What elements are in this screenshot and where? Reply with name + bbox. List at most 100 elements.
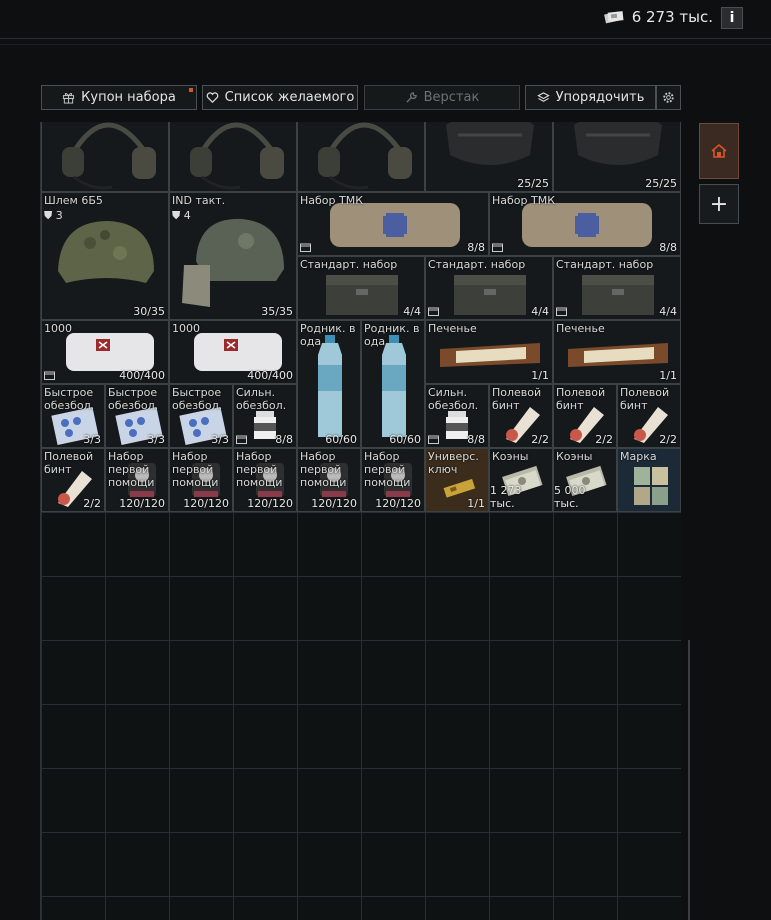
box-icon [556,307,567,316]
coins-item[interactable]: Коэны 5 000 тыс. [553,448,617,512]
item-count: 2/2 [83,497,101,510]
helmet-icon [574,122,662,165]
gear-icon [663,92,674,103]
medkit-1000-item[interactable]: 1000 400/400 [41,320,169,384]
water-bottle-icon [382,335,406,437]
tmk-kit-item[interactable]: Набор ТМК 8/8 [489,192,681,256]
workbench-button[interactable]: Верстак [364,85,520,110]
add-container-button[interactable]: + [699,184,739,224]
headset-icon [318,122,412,190]
item-name: Родник. в ода [300,322,356,348]
standard-kit-item[interactable]: Стандарт. набор 4/4 [297,256,425,320]
cookie-item[interactable]: Печенье 1/1 [425,320,553,384]
stamp-icon [634,467,668,505]
item-count: 2/2 [531,433,549,446]
water-bottle-item[interactable]: Родник. в ода 60/60 [297,320,361,448]
helmet-icon [58,221,154,283]
headset-item[interactable] [169,122,297,192]
layers-icon [536,92,550,102]
shield-icon: ⛊ [44,209,53,222]
painkiller-item[interactable]: Быстрое обезбол. 3/3 [41,384,105,448]
item-name: Быстрое обезбол. [108,386,159,412]
item-count: 1/1 [659,369,677,382]
helmet-item[interactable]: 25/25 [553,122,681,192]
sort-settings-button[interactable] [656,85,681,110]
bandage-item[interactable]: Полевой бинт 2/2 [41,448,105,512]
tmk-kit-item[interactable]: Набор ТМК 8/8 [297,192,489,256]
standard-kit-item[interactable]: Стандарт. набор 4/4 [553,256,681,320]
coupon-button[interactable]: Купон набора [41,85,197,110]
box-icon [492,243,503,252]
strong-painkiller-item[interactable]: Сильн. обезбол. 8/8 [233,384,297,448]
coins-item[interactable]: Коэны 1 273 тыс. [489,448,553,512]
currency-display: 6 273 тыс. [603,8,713,26]
helmet-icon [446,122,534,165]
water-bottle-icon [318,335,342,437]
painkiller-item[interactable]: Быстрое обезбол. 3/3 [169,384,233,448]
medkit-box-icon [326,275,398,315]
standard-kit-item[interactable]: Стандарт. набор 4/4 [425,256,553,320]
medkit-1000-item[interactable]: 1000 400/400 [169,320,297,384]
item-count: 400/400 [247,369,293,382]
first-aid-kit-item[interactable]: Набор первой помощи 120/120 [169,448,233,512]
water-bottle-item[interactable]: Родник. в ода 60/60 [361,320,425,448]
item-count: 120/120 [311,497,357,510]
cookie-item[interactable]: Печенье 1/1 [553,320,681,384]
cookie-pack-icon [440,343,540,367]
box-icon [300,243,311,252]
item-count: 35/35 [261,305,293,318]
shield-icon: ⛊ [172,209,181,222]
hideout-stash-button[interactable] [699,123,739,179]
currency-value: 6 273 тыс. [631,8,713,26]
gift-icon [63,93,75,104]
item-name: Стандарт. набор [556,258,654,271]
item-count: 4/4 [403,305,421,318]
bandage-item[interactable]: Полевой бинт 2/2 [489,384,553,448]
item-name: Стандарт. набор [300,258,398,271]
first-aid-kit-item[interactable]: Набор первой помощи 120/120 [297,448,361,512]
divider [0,44,771,45]
sort-button[interactable]: Упорядочить [525,85,656,110]
helmet-icon [182,218,284,307]
item-name: Печенье [556,322,605,335]
stamp-item[interactable]: Марка [617,448,681,512]
wrench-icon [406,92,417,103]
cookie-pack-icon [568,343,668,367]
item-name: Полевой бинт [620,386,670,412]
universal-key-item[interactable]: Универс. ключ 1/1 [425,448,489,512]
item-name: Набор первой помощи [236,450,283,489]
item-name: Сильн. обезбол. [428,386,479,412]
wishlist-button[interactable]: Список желаемого [202,85,358,110]
item-count: 3/3 [83,433,101,446]
item-name: Полевой бинт [556,386,606,412]
item-count: 1 273 тыс. [490,484,522,510]
info-button[interactable]: i [721,7,743,29]
headset-item[interactable] [297,122,425,192]
home-icon [711,143,727,158]
helmet-item[interactable]: 25/25 [425,122,553,192]
medkit-box-icon [454,275,526,315]
item-name: Полевой бинт [492,386,542,412]
item-count: 8/8 [467,241,485,254]
helmet-6b5-item[interactable]: Шлем 6Б5 ⛊ 3 30/35 [41,192,169,320]
armor-class: ⛊ 3 [44,209,63,222]
item-name: Набор первой помощи [300,450,347,489]
bandage-item[interactable]: Полевой бинт 2/2 [553,384,617,448]
first-aid-kit-item[interactable]: Набор первой помощи 120/120 [105,448,169,512]
bandage-item[interactable]: Полевой бинт 2/2 [617,384,681,448]
strong-painkiller-item[interactable]: Сильн. обезбол. 8/8 [425,384,489,448]
box-icon [44,371,55,380]
item-name: Быстрое обезбол. [44,386,95,412]
helmet-ind-item[interactable]: IND такт. ⛊ 4 35/35 [169,192,297,320]
scrollbar[interactable] [688,640,690,920]
workbench-label: Верстак [423,90,480,105]
item-name: Универс. ключ [428,450,479,476]
first-aid-kit-item[interactable]: Набор первой помощи 120/120 [361,448,425,512]
first-aid-kit-item[interactable]: Набор первой помощи 120/120 [233,448,297,512]
wishlist-label: Список желаемого [224,90,355,105]
item-name: Коэны [492,450,529,463]
headset-item[interactable] [41,122,169,192]
stash-grid[interactable]: 25/25 25/25 Шлем 6Б5 ⛊ 3 30/35 IND такт.… [40,122,681,920]
painkiller-item[interactable]: Быстрое обезбол. 3/3 [105,384,169,448]
notification-dot [189,88,193,92]
